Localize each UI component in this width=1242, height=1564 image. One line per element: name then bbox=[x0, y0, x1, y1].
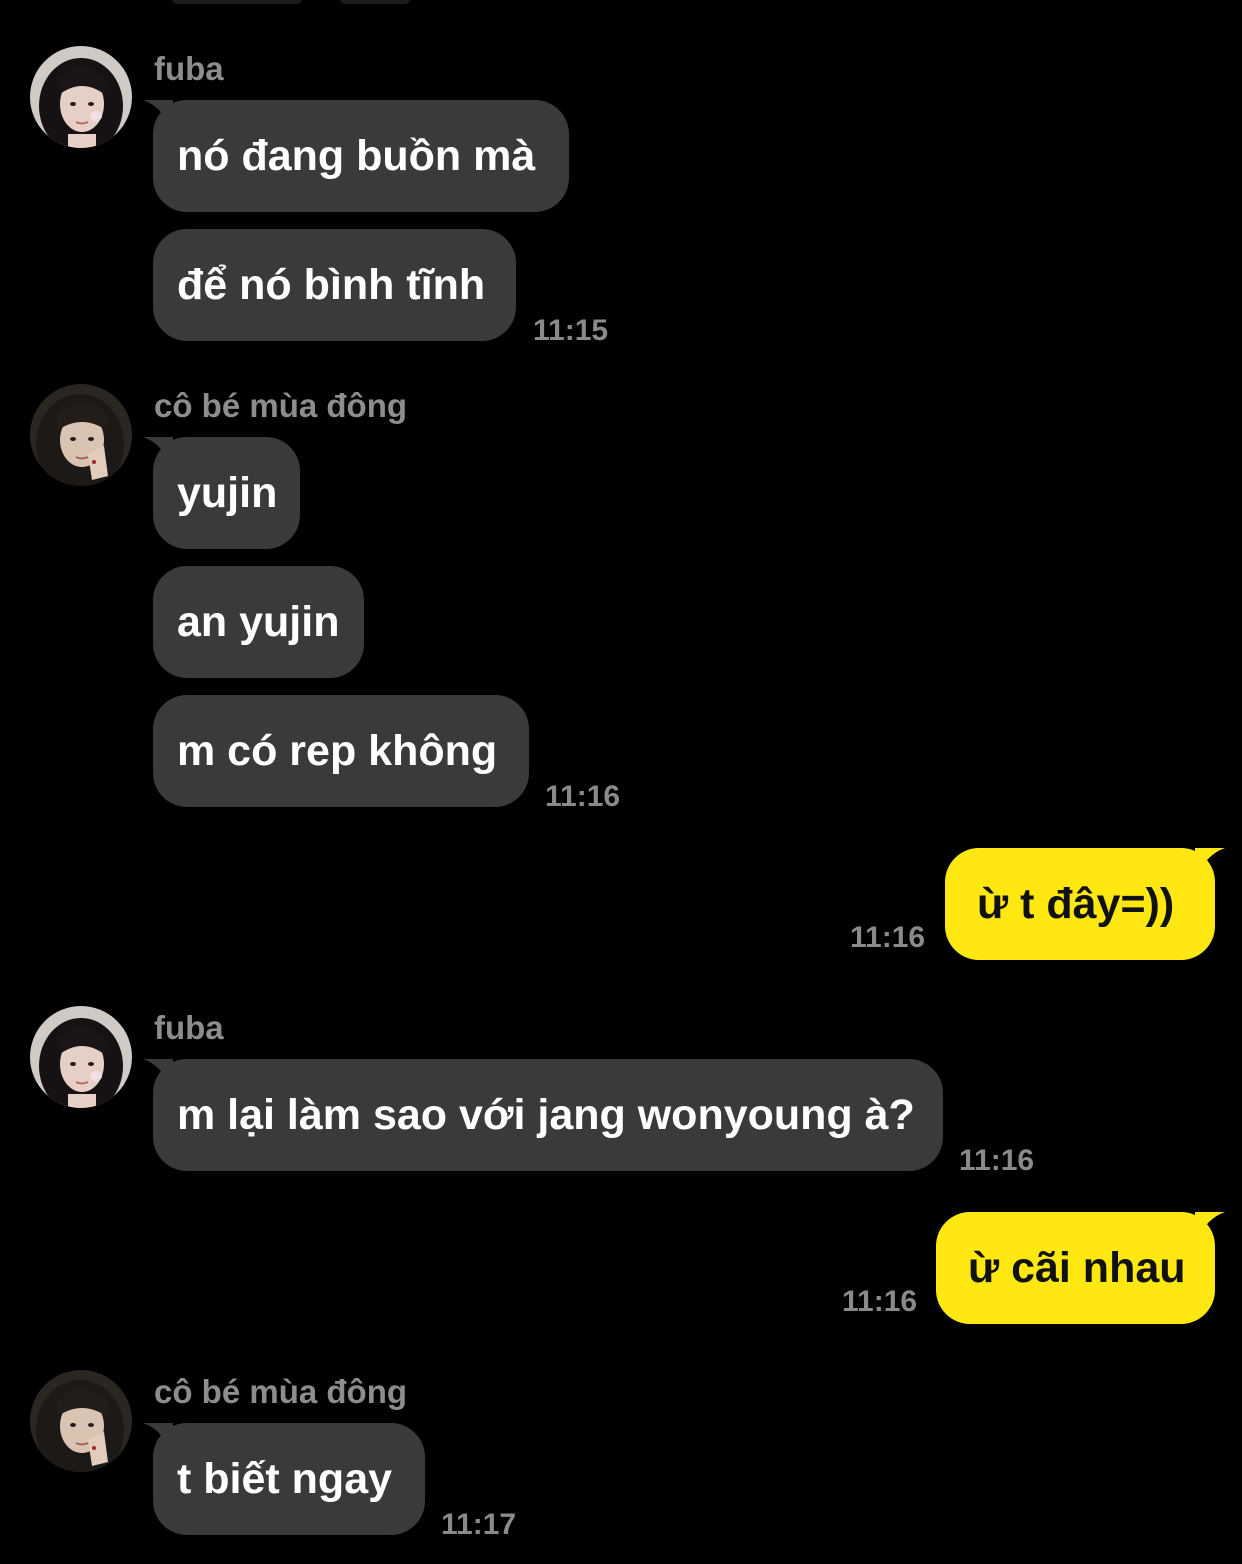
bubble-tail bbox=[143, 1059, 173, 1089]
message-bubble[interactable]: m lại làm sao với jang wonyoung à? bbox=[143, 1059, 943, 1171]
message-text: t biết ngay bbox=[177, 1455, 393, 1503]
cut-off-time bbox=[340, 0, 410, 4]
message-text: an yujin bbox=[177, 598, 340, 646]
message-bubble-outgoing[interactable]: ừ t đây=)) bbox=[945, 848, 1225, 960]
message-timestamp: 11:16 bbox=[545, 780, 621, 813]
message-text: ừ t đây=)) bbox=[977, 880, 1175, 928]
sender-name: fuba bbox=[154, 1009, 224, 1046]
avatar-fuba[interactable] bbox=[30, 46, 132, 148]
message-bubble[interactable]: để nó bình tĩnh bbox=[153, 229, 516, 341]
bubble-tail bbox=[143, 100, 173, 130]
message-bubble[interactable]: nó đang buồn mà bbox=[143, 100, 569, 212]
message-text: nó đang buồn mà bbox=[177, 132, 536, 180]
bubble-tail bbox=[1195, 848, 1225, 878]
bubble-tail bbox=[143, 437, 173, 467]
message-timestamp: 11:16 bbox=[959, 1144, 1035, 1177]
message-bubble[interactable]: m có rep không bbox=[153, 695, 529, 807]
avatar-fuba[interactable] bbox=[30, 1006, 132, 1108]
message-text: m có rep không bbox=[177, 727, 498, 775]
sender-name: fuba bbox=[154, 50, 224, 87]
message-bubble[interactable]: yujin bbox=[143, 437, 300, 549]
bubble-tail bbox=[1195, 1212, 1225, 1242]
cut-off-bubble bbox=[172, 0, 302, 4]
message-timestamp: 11:15 bbox=[533, 314, 609, 347]
sender-name: cô bé mùa đông bbox=[154, 1373, 408, 1410]
message-timestamp: 11:17 bbox=[441, 1508, 517, 1541]
message-bubble[interactable]: t biết ngay bbox=[143, 1423, 425, 1535]
message-bubble[interactable]: an yujin bbox=[153, 566, 364, 678]
avatar-co-be-mua-dong[interactable] bbox=[30, 384, 132, 486]
previous-message-partial bbox=[0, 0, 1242, 8]
sender-name: cô bé mùa đông bbox=[154, 387, 408, 424]
message-text: để nó bình tĩnh bbox=[177, 261, 486, 309]
avatar-co-be-mua-dong[interactable] bbox=[30, 1370, 132, 1472]
bubble-tail bbox=[143, 1423, 173, 1453]
message-text: ừ cãi nhau bbox=[968, 1244, 1186, 1292]
message-timestamp: 11:16 bbox=[842, 1285, 918, 1318]
message-text: m lại làm sao với jang wonyoung à? bbox=[177, 1091, 915, 1139]
message-timestamp: 11:16 bbox=[850, 921, 926, 954]
message-bubble-outgoing[interactable]: ừ cãi nhau bbox=[936, 1212, 1225, 1324]
message-text: yujin bbox=[177, 469, 278, 517]
